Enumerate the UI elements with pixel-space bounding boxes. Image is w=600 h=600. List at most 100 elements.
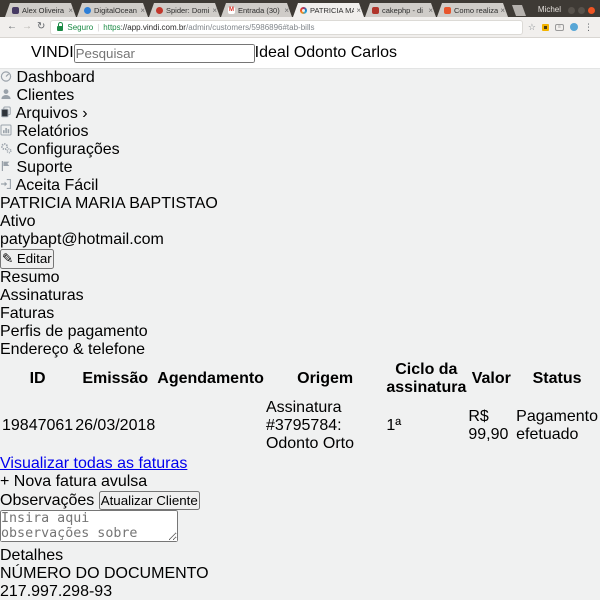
column-header-label: Ciclo da assinatura bbox=[386, 361, 467, 396]
tab-close-icon[interactable]: × bbox=[68, 6, 73, 15]
flag-icon bbox=[0, 159, 12, 176]
chrome-menu-icon[interactable]: ⋮ bbox=[584, 22, 593, 32]
cast-extension-icon[interactable]: ≡ bbox=[555, 23, 564, 31]
customer-name: PATRICIA MARIA BAPTISTAO bbox=[0, 195, 218, 212]
alex-favicon bbox=[12, 7, 19, 14]
pencil-icon: ✎ bbox=[2, 251, 14, 266]
tab-label: Perfis de pagamento bbox=[0, 323, 148, 340]
invoice-row[interactable]: 19847061 26/03/2018 Assinatura #3795784:… bbox=[2, 399, 598, 453]
column-header-label: Status bbox=[532, 370, 582, 387]
tab[interactable]: Assinaturas bbox=[0, 287, 600, 305]
details-panel-title: Detalhes bbox=[0, 547, 64, 564]
tab-label: Faturas bbox=[0, 305, 55, 322]
urlbar-icons: ☆ ≡ ⋮ bbox=[528, 22, 593, 32]
tab-label: Endereço & telefone bbox=[0, 341, 145, 358]
refresh-button[interactable]: ↻ bbox=[37, 22, 45, 32]
column-header: Status bbox=[516, 361, 598, 397]
payment-status-badge: Pagamento efetuado bbox=[516, 408, 598, 443]
customer-header: PATRICIA MARIA BAPTISTAO Ativo patybapt@… bbox=[0, 195, 600, 269]
tab[interactable]: Perfis de pagamento bbox=[0, 323, 600, 341]
sidebar-item-aceita-facil[interactable]: Aceita Fácil bbox=[0, 177, 600, 195]
update-client-button[interactable]: Atualizar Cliente bbox=[98, 491, 200, 510]
tab-close-icon[interactable]: × bbox=[500, 6, 505, 15]
tab-label: Resumo bbox=[0, 269, 60, 286]
url-path: /admin/customers/5986896#tab-bills bbox=[185, 22, 315, 32]
sidebar-item-label: Aceita Fácil bbox=[15, 177, 99, 194]
tab-close-icon[interactable]: × bbox=[140, 6, 145, 15]
invoice-cycle: 1ª bbox=[386, 417, 402, 434]
view-all-invoices-link[interactable]: Visualizar todas as faturas bbox=[0, 455, 187, 472]
window-controls bbox=[568, 7, 595, 14]
browser-tab-active[interactable]: PATRICIA MA × bbox=[293, 3, 364, 17]
extension-icon[interactable] bbox=[542, 23, 549, 31]
minimize-button[interactable] bbox=[568, 7, 575, 14]
browser-tab[interactable]: DigitalOcean × bbox=[77, 3, 148, 17]
browser-tab[interactable]: M Entrada (30) × bbox=[221, 3, 292, 17]
browser-extension-icon[interactable] bbox=[570, 23, 578, 31]
sidebar-item-suporte[interactable]: Suporte bbox=[0, 159, 600, 177]
spider-favicon bbox=[156, 7, 163, 14]
security-label: Seguro bbox=[67, 22, 94, 32]
new-invoice-label[interactable]: Nova fatura avulsa bbox=[14, 473, 147, 490]
tab[interactable]: Faturas bbox=[0, 305, 600, 323]
invoices-panel: ID Emissão Agendamento Origem Ciclo da assin… bbox=[0, 359, 600, 491]
page-url: https://app.vindi.com.br/admin/customers… bbox=[103, 23, 314, 32]
sidebar-item-arquivos[interactable]: Arquivos › bbox=[0, 105, 600, 123]
browser-tab[interactable]: Alex Oliveira × bbox=[5, 3, 76, 17]
close-window-button[interactable] bbox=[588, 7, 595, 14]
edit-button[interactable]: ✎ Editar bbox=[0, 249, 54, 269]
sidebar: Dashboard Clientes Arquivos › Relatórios… bbox=[0, 69, 600, 195]
back-button[interactable]: ← bbox=[7, 22, 17, 32]
sidebar-item-label: Relatórios bbox=[16, 123, 89, 140]
forward-button[interactable]: → bbox=[22, 22, 32, 32]
browser-tab[interactable]: Spider: Domi × bbox=[149, 3, 220, 17]
tab-close-icon[interactable]: × bbox=[428, 6, 433, 15]
column-header: Ciclo da assinatura bbox=[386, 361, 466, 397]
table-header-row: ID Emissão Agendamento Origem Ciclo da assin… bbox=[2, 361, 598, 397]
tab-close-icon[interactable]: × bbox=[212, 6, 217, 15]
vindi-logo[interactable]: VINDI bbox=[10, 44, 74, 62]
column-header-label: ID bbox=[29, 370, 46, 387]
vindi-ring-icon bbox=[10, 45, 26, 61]
tab[interactable]: Resumo bbox=[0, 269, 600, 287]
status-badge: Ativo bbox=[0, 213, 36, 230]
document-number-value: 217.997.298-93 bbox=[0, 583, 113, 600]
tab-title: DigitalOcean bbox=[94, 5, 137, 15]
main-content: PATRICIA MARIA BAPTISTAO Ativo patybapt@… bbox=[0, 195, 600, 600]
tab[interactable]: Endereço & telefone bbox=[0, 341, 600, 359]
bookmark-star-icon[interactable]: ☆ bbox=[528, 22, 536, 32]
bar-chart-icon bbox=[0, 123, 12, 140]
account-menu[interactable]: Ideal Odonto bbox=[255, 44, 347, 61]
details-panel: Detalhes NÚMERO DO DOCUMENTO 217.997.298… bbox=[0, 547, 600, 600]
tab-close-icon[interactable]: × bbox=[284, 6, 289, 15]
sidebar-item-configuracoes[interactable]: Configurações bbox=[0, 141, 600, 159]
invoice-schedule bbox=[157, 399, 264, 453]
app-navbar: VINDI Ideal Odonto Carlos bbox=[0, 38, 600, 69]
sidebar-item-clientes[interactable]: Clientes bbox=[0, 87, 600, 105]
new-tab-button[interactable] bbox=[512, 5, 526, 16]
sign-in-icon bbox=[0, 177, 12, 194]
document-number-label: NÚMERO DO DOCUMENTO bbox=[0, 565, 209, 582]
user-menu[interactable]: Carlos bbox=[351, 44, 397, 61]
search-input[interactable] bbox=[73, 43, 255, 63]
gears-icon bbox=[0, 141, 12, 158]
sidebar-item-dashboard[interactable]: Dashboard bbox=[0, 69, 600, 87]
sidebar-item-relatorios[interactable]: Relatórios bbox=[0, 123, 600, 141]
tab-title: PATRICIA MA bbox=[310, 5, 355, 15]
column-header: Emissão bbox=[75, 361, 155, 397]
plus-icon[interactable]: + bbox=[0, 473, 9, 490]
notes-textarea[interactable] bbox=[0, 510, 178, 542]
address-bar[interactable]: Seguro | https://app.vindi.com.br/admin/… bbox=[50, 19, 523, 35]
dashboard-icon bbox=[0, 69, 12, 86]
customer-email-link[interactable]: patybapt@hotmail.com bbox=[0, 231, 600, 249]
navbar-right: Ideal Odonto Carlos bbox=[255, 44, 397, 62]
maximize-button[interactable] bbox=[578, 7, 585, 14]
cakephp-favicon bbox=[372, 7, 379, 14]
tab-close-icon[interactable]: × bbox=[356, 6, 361, 15]
browser-titlebar: Alex Oliveira × DigitalOcean × Spider: D… bbox=[0, 0, 600, 17]
sidebar-item-label: Configurações bbox=[16, 141, 120, 158]
column-header: Valor bbox=[468, 361, 514, 397]
browser-tab[interactable]: Como realiza × bbox=[437, 3, 508, 17]
browser-tab[interactable]: cakephp - di × bbox=[365, 3, 436, 17]
new-invoice-button[interactable]: + Nova fatura avulsa bbox=[0, 473, 600, 491]
